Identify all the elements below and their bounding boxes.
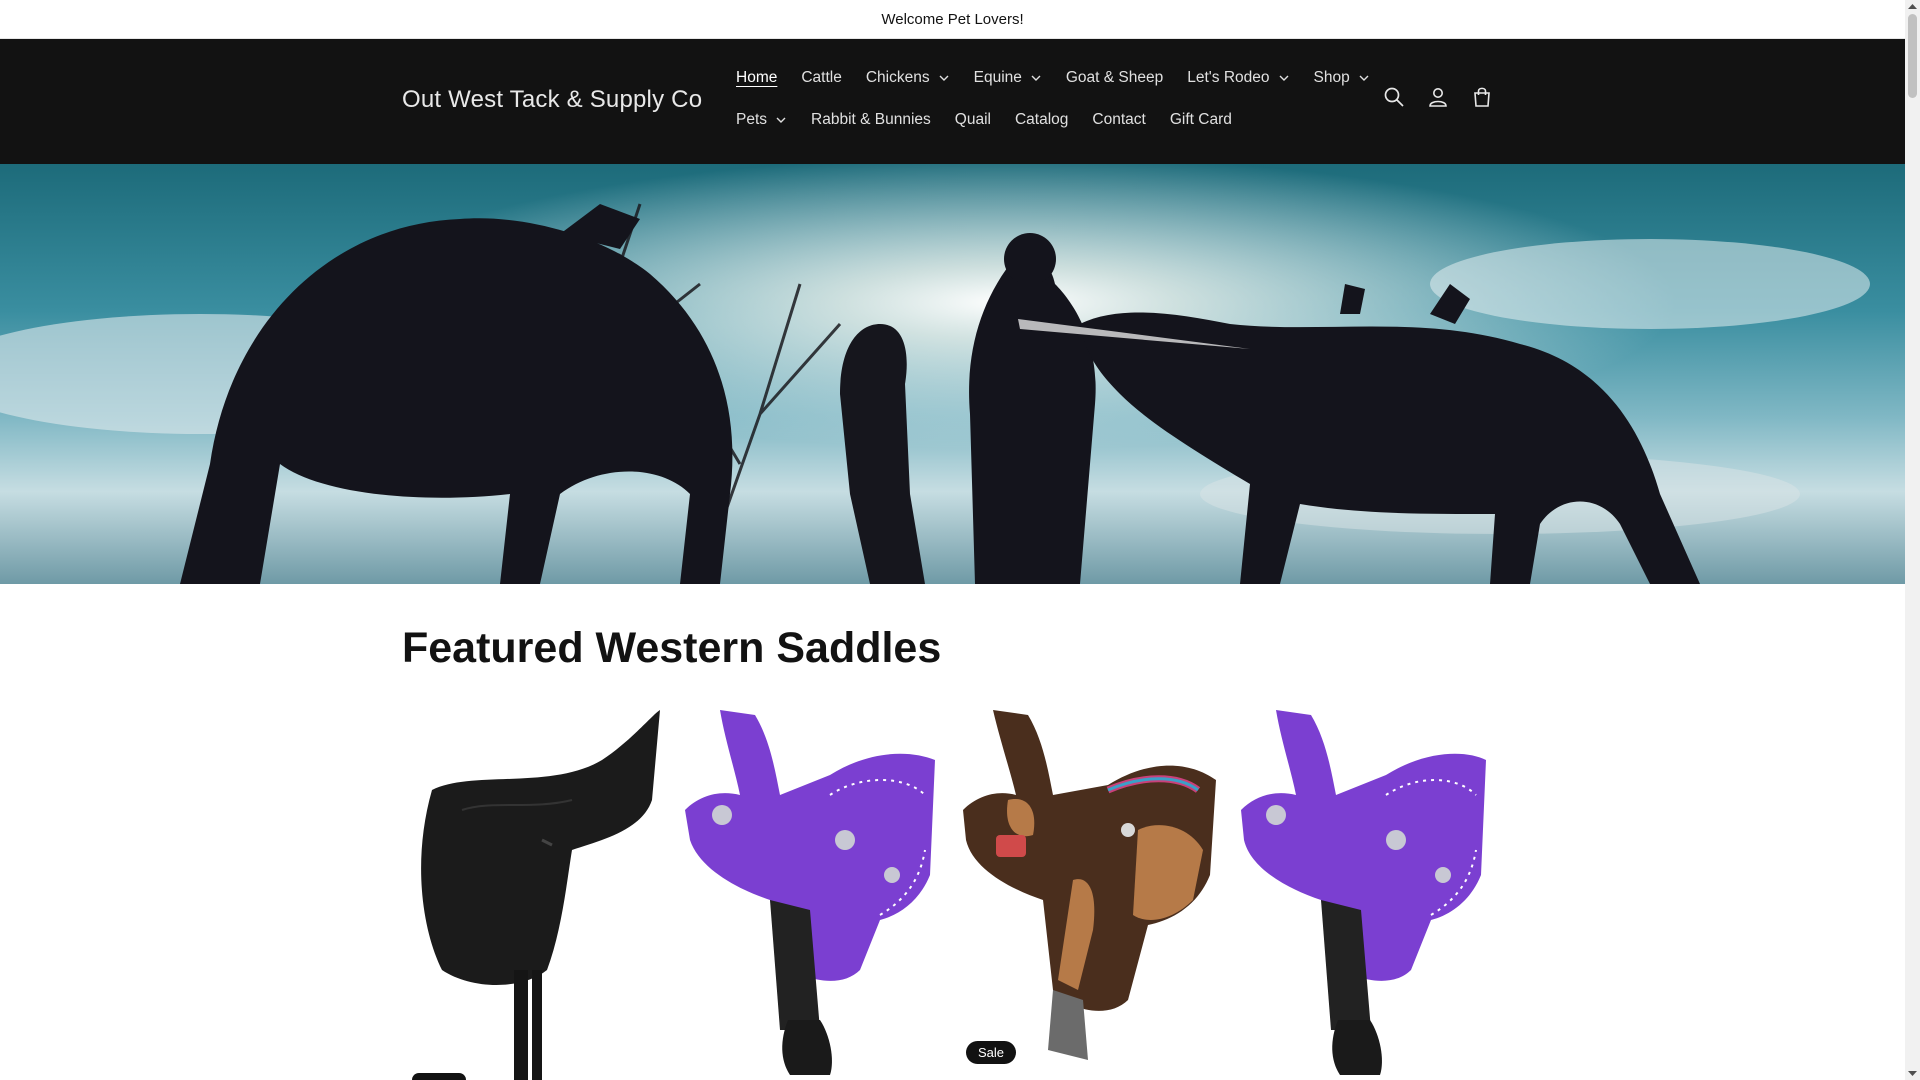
chevron-down-icon	[939, 75, 949, 81]
product-card[interactable]	[958, 700, 1216, 1080]
product-image	[685, 710, 935, 1075]
nav-item-lets-rodeo[interactable]: Let's Rodeo	[1187, 69, 1289, 87]
chevron-down-icon	[1279, 75, 1288, 81]
nav-label: Let's Rodeo	[1187, 69, 1270, 86]
product-image	[1241, 710, 1486, 1075]
nav-label: Pets	[736, 111, 768, 128]
header-icons	[1382, 85, 1494, 109]
featured-collection-title: Featured Western Saddles	[402, 624, 942, 672]
cart-icon[interactable]	[1470, 85, 1494, 109]
account-icon[interactable]	[1426, 85, 1450, 109]
page-scrollbar[interactable]	[1905, 0, 1920, 1080]
announcement-text: Welcome Pet Lovers!	[881, 10, 1024, 28]
product-image	[963, 710, 1216, 1060]
nav-item-equine[interactable]: Equine	[974, 69, 1042, 87]
nav-label: Contact	[1092, 111, 1146, 128]
nav-item-shop[interactable]: Shop	[1314, 69, 1370, 87]
nav-label: Equine	[973, 69, 1022, 86]
nav-item-chickens[interactable]: Chickens	[866, 69, 950, 87]
nav-item-quail[interactable]: Quail	[955, 111, 991, 129]
scroll-up-arrow-icon[interactable]	[1907, 2, 1918, 12]
search-icon[interactable]	[1382, 85, 1406, 109]
chevron-down-icon	[1031, 75, 1041, 81]
main-nav-row-2: Pets Rabbit & Bunnies Quail Catalog Cont…	[736, 111, 1256, 129]
nav-label: Catalog	[1014, 111, 1069, 128]
nav-item-goat-sheep[interactable]: Goat & Sheep	[1066, 69, 1163, 87]
nav-label: Rabbit & Bunnies	[811, 111, 931, 128]
announcement-bar: Welcome Pet Lovers!	[0, 0, 1905, 39]
nav-label: Chickens	[865, 69, 930, 86]
nav-label: Quail	[954, 111, 991, 128]
nav-item-pets[interactable]: Pets	[736, 111, 787, 129]
nav-label: Shop	[1313, 69, 1350, 86]
site-logo[interactable]: Out West Tack & Supply Co	[402, 86, 702, 114]
scrollbar-thumb[interactable]	[1908, 14, 1917, 98]
product-card[interactable]	[1236, 700, 1494, 1080]
nav-item-contact[interactable]: Contact	[1092, 111, 1145, 129]
chevron-down-icon	[1359, 75, 1369, 81]
product-badge	[412, 1073, 466, 1080]
scroll-down-arrow-icon[interactable]	[1907, 1068, 1918, 1078]
nav-label: Goat & Sheep	[1065, 69, 1164, 86]
hero-image	[0, 164, 1905, 584]
nav-item-gift-card[interactable]: Gift Card	[1170, 111, 1232, 129]
nav-label: Cattle	[801, 69, 842, 86]
nav-item-cattle[interactable]: Cattle	[801, 69, 842, 87]
product-card[interactable]	[680, 700, 938, 1080]
nav-item-rabbit-bunnies[interactable]: Rabbit & Bunnies	[811, 111, 931, 129]
nav-label: Home	[736, 69, 778, 86]
hero-banner	[0, 164, 1905, 584]
nav-item-catalog[interactable]: Catalog	[1015, 111, 1068, 129]
chevron-down-icon	[776, 117, 786, 123]
product-image	[421, 710, 660, 1080]
sale-badge: Sale	[966, 1041, 1017, 1064]
site-header: Out West Tack & Supply Co Home Cattle Ch…	[0, 39, 1905, 164]
nav-item-home[interactable]: Home	[736, 69, 777, 87]
main-nav-row-1: Home Cattle Chickens Equine Goat & Sheep…	[736, 69, 1394, 87]
nav-label: Gift Card	[1169, 111, 1232, 128]
product-card[interactable]	[402, 700, 660, 1080]
